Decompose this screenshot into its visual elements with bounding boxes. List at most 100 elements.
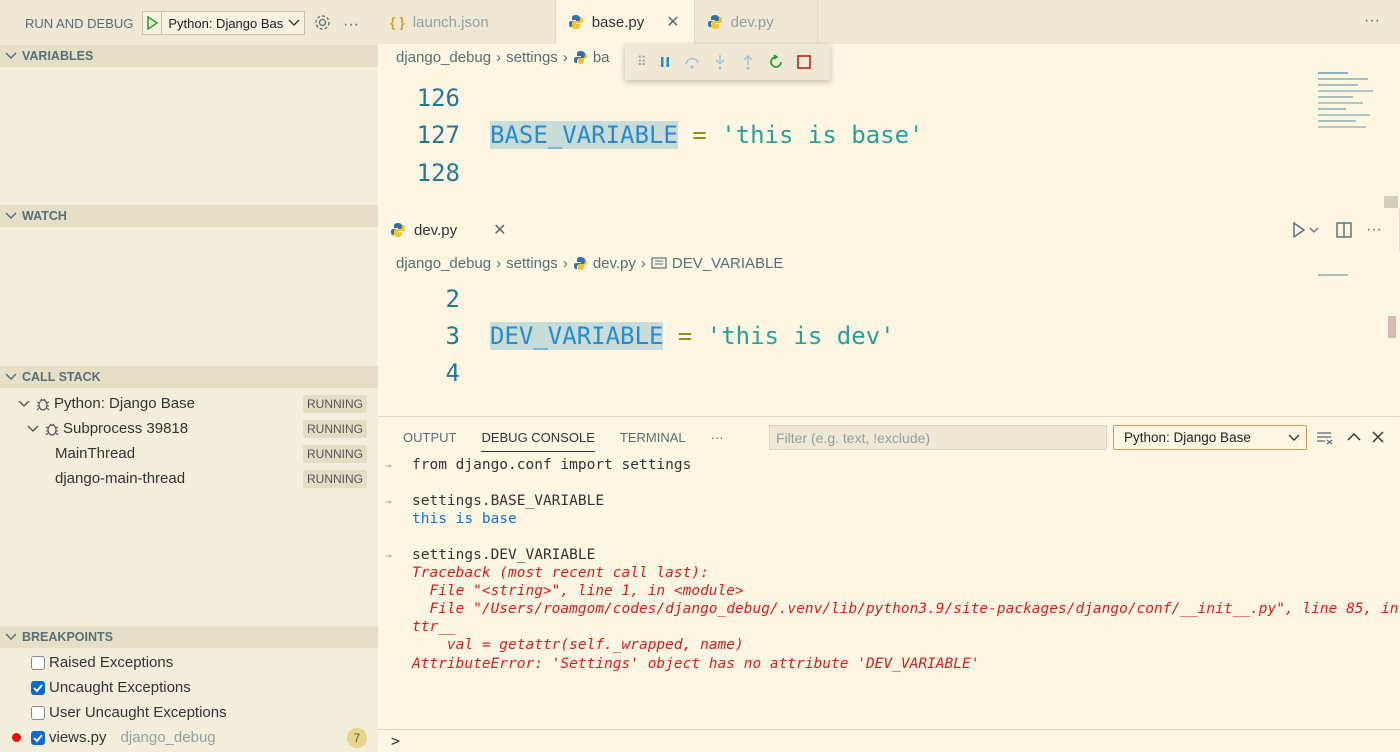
bug-icon xyxy=(36,398,50,411)
tab-dev-py-bottom[interactable]: dev.py ✕ xyxy=(378,209,1400,251)
tab-base-py[interactable]: base.py ✕ xyxy=(555,0,695,44)
line-number: 3 xyxy=(445,322,460,350)
breadcrumb-symbol[interactable]: DEV_VARIABLE xyxy=(672,255,783,272)
breadcrumb-folder[interactable]: django_debug xyxy=(396,255,491,272)
code-line[interactable]: 127 BASE_VARIABLE = 'this is base' xyxy=(378,116,924,154)
breadcrumb-sub[interactable]: settings xyxy=(506,255,558,272)
breakpoints-section-header[interactable]: BREAKPOINTS xyxy=(0,626,378,648)
console-error: File "<string>", line 1, in <module> xyxy=(412,583,744,599)
console-error: ttr__ xyxy=(412,619,456,635)
debug-config-label: Python: Django Bas xyxy=(168,15,284,31)
tab-label: dev.py xyxy=(414,221,458,239)
chevron-down-icon xyxy=(288,19,300,26)
close-icon[interactable]: ✕ xyxy=(493,220,506,240)
call-stack-thread[interactable]: django-main-thread RUNNING xyxy=(0,466,378,491)
minimap[interactable] xyxy=(1316,68,1382,208)
breakpoint-path: django_debug xyxy=(120,729,216,746)
restart-icon[interactable] xyxy=(768,54,784,70)
watch-panel xyxy=(0,227,378,366)
debug-config-select[interactable]: Python: Django Bas xyxy=(162,16,304,31)
input-arrow-icon: → xyxy=(385,458,392,472)
python-icon xyxy=(391,223,405,237)
code-line[interactable]: 3 DEV_VARIABLE = 'this is dev' xyxy=(378,317,895,355)
panel-divider xyxy=(378,416,1400,417)
breakpoint-item[interactable]: User Uncaught Exceptions xyxy=(0,700,378,725)
minimap[interactable] xyxy=(1316,272,1356,280)
call-stack-label: Python: Django Base xyxy=(54,395,195,412)
console-text: from django.conf import settings xyxy=(412,457,692,473)
panel-more-tabs-icon[interactable]: ··· xyxy=(711,418,724,456)
editor-more-actions-icon[interactable]: ··· xyxy=(1364,12,1380,30)
step-out-icon[interactable] xyxy=(740,54,756,70)
checkbox[interactable] xyxy=(31,705,45,720)
breakpoint-item[interactable]: Uncaught Exceptions xyxy=(0,675,378,700)
input-arrow-icon: → xyxy=(385,548,392,562)
close-panel-icon[interactable] xyxy=(1372,431,1384,443)
open-launch-json-button[interactable] xyxy=(314,14,331,31)
more-actions-icon[interactable]: ··· xyxy=(343,16,359,34)
console-error-line: ttr__ xyxy=(378,618,456,636)
scrollbar-thumb[interactable] xyxy=(1384,196,1398,208)
console-filter-input[interactable]: Filter (e.g. text, !exclude) xyxy=(769,425,1107,450)
tab-output[interactable]: OUTPUT xyxy=(403,418,456,456)
code-line[interactable]: 2 xyxy=(378,280,460,318)
tab-debug-console[interactable]: DEBUG CONSOLE xyxy=(481,418,596,456)
chevron-right-icon: › xyxy=(562,254,568,272)
console-error-line: val = getattr(self._wrapped, name) xyxy=(378,636,744,654)
line-number: 4 xyxy=(445,359,460,387)
breakpoint-label: User Uncaught Exceptions xyxy=(49,704,227,721)
chevron-down-icon xyxy=(27,425,39,432)
breakpoints-panel: Raised Exceptions Uncaught Exceptions Us… xyxy=(0,648,378,752)
variables-section-header[interactable]: VARIABLES xyxy=(0,45,378,67)
watch-section-header[interactable]: WATCH xyxy=(0,205,378,227)
clear-console-icon[interactable] xyxy=(1316,431,1334,445)
code-line[interactable]: 128 xyxy=(378,154,460,192)
more-actions-icon[interactable]: ··· xyxy=(1366,221,1382,239)
code-line[interactable]: 4 xyxy=(378,354,460,392)
code-line[interactable]: 126 xyxy=(378,79,460,117)
console-line: → from django.conf import settings xyxy=(378,456,691,474)
step-over-icon[interactable] xyxy=(684,55,700,69)
code-variable: BASE_VARIABLE xyxy=(490,121,678,149)
call-stack-thread[interactable]: MainThread RUNNING xyxy=(0,441,378,466)
console-error: File "/Users/roamgom/codes/django_debug/… xyxy=(412,601,1400,617)
call-stack-subprocess[interactable]: Subprocess 39818 RUNNING xyxy=(0,416,378,441)
tab-launch-json[interactable]: { } launch.json xyxy=(378,0,556,44)
console-result: this is base xyxy=(412,511,517,527)
stop-icon[interactable] xyxy=(796,54,812,70)
run-python-file-button[interactable] xyxy=(1292,222,1319,238)
call-stack-section-header[interactable]: CALL STACK xyxy=(0,366,378,388)
debug-session-select[interactable]: Python: Django Base xyxy=(1113,425,1307,450)
tab-dev-py[interactable]: dev.py xyxy=(695,0,818,44)
gear-icon xyxy=(315,15,330,30)
input-arrow-icon: → xyxy=(385,494,392,508)
breakpoint-item[interactable]: views.py django_debug 7 xyxy=(0,725,378,750)
code-operator: = xyxy=(677,121,722,149)
tab-terminal[interactable]: TERMINAL xyxy=(620,418,686,456)
console-error-line: File "/Users/roamgom/codes/django_debug/… xyxy=(378,600,1400,618)
breakpoint-item[interactable]: Raised Exceptions xyxy=(0,650,378,675)
call-stack-session[interactable]: Python: Django Base RUNNING xyxy=(0,391,378,416)
code-operator: = xyxy=(663,322,707,350)
line-number: 2 xyxy=(445,285,460,313)
checkbox[interactable] xyxy=(31,655,45,670)
step-into-icon[interactable] xyxy=(712,54,728,70)
breadcrumb-file[interactable]: dev.py xyxy=(593,255,636,272)
checkbox[interactable] xyxy=(31,680,45,695)
scrollbar-thumb[interactable] xyxy=(1388,316,1396,338)
maximize-panel-icon[interactable] xyxy=(1347,432,1361,442)
start-debugging-button[interactable] xyxy=(143,12,163,34)
call-stack-label: MainThread xyxy=(55,445,136,462)
breadcrumb-folder[interactable]: django_debug xyxy=(396,49,491,66)
repl-input[interactable]: > xyxy=(378,730,1400,752)
python-icon xyxy=(568,15,583,29)
checkbox[interactable] xyxy=(31,730,45,745)
close-icon[interactable]: ✕ xyxy=(666,12,679,32)
drag-handle-icon[interactable]: ⠿ xyxy=(637,54,646,70)
line-number: 126 xyxy=(416,84,460,112)
pause-icon[interactable] xyxy=(658,55,672,69)
breakpoints-title: BREAKPOINTS xyxy=(22,630,113,644)
split-editor-icon[interactable] xyxy=(1336,222,1352,238)
tab-label: dev.py xyxy=(730,13,774,31)
breakpoint-count-badge: 7 xyxy=(347,727,367,748)
